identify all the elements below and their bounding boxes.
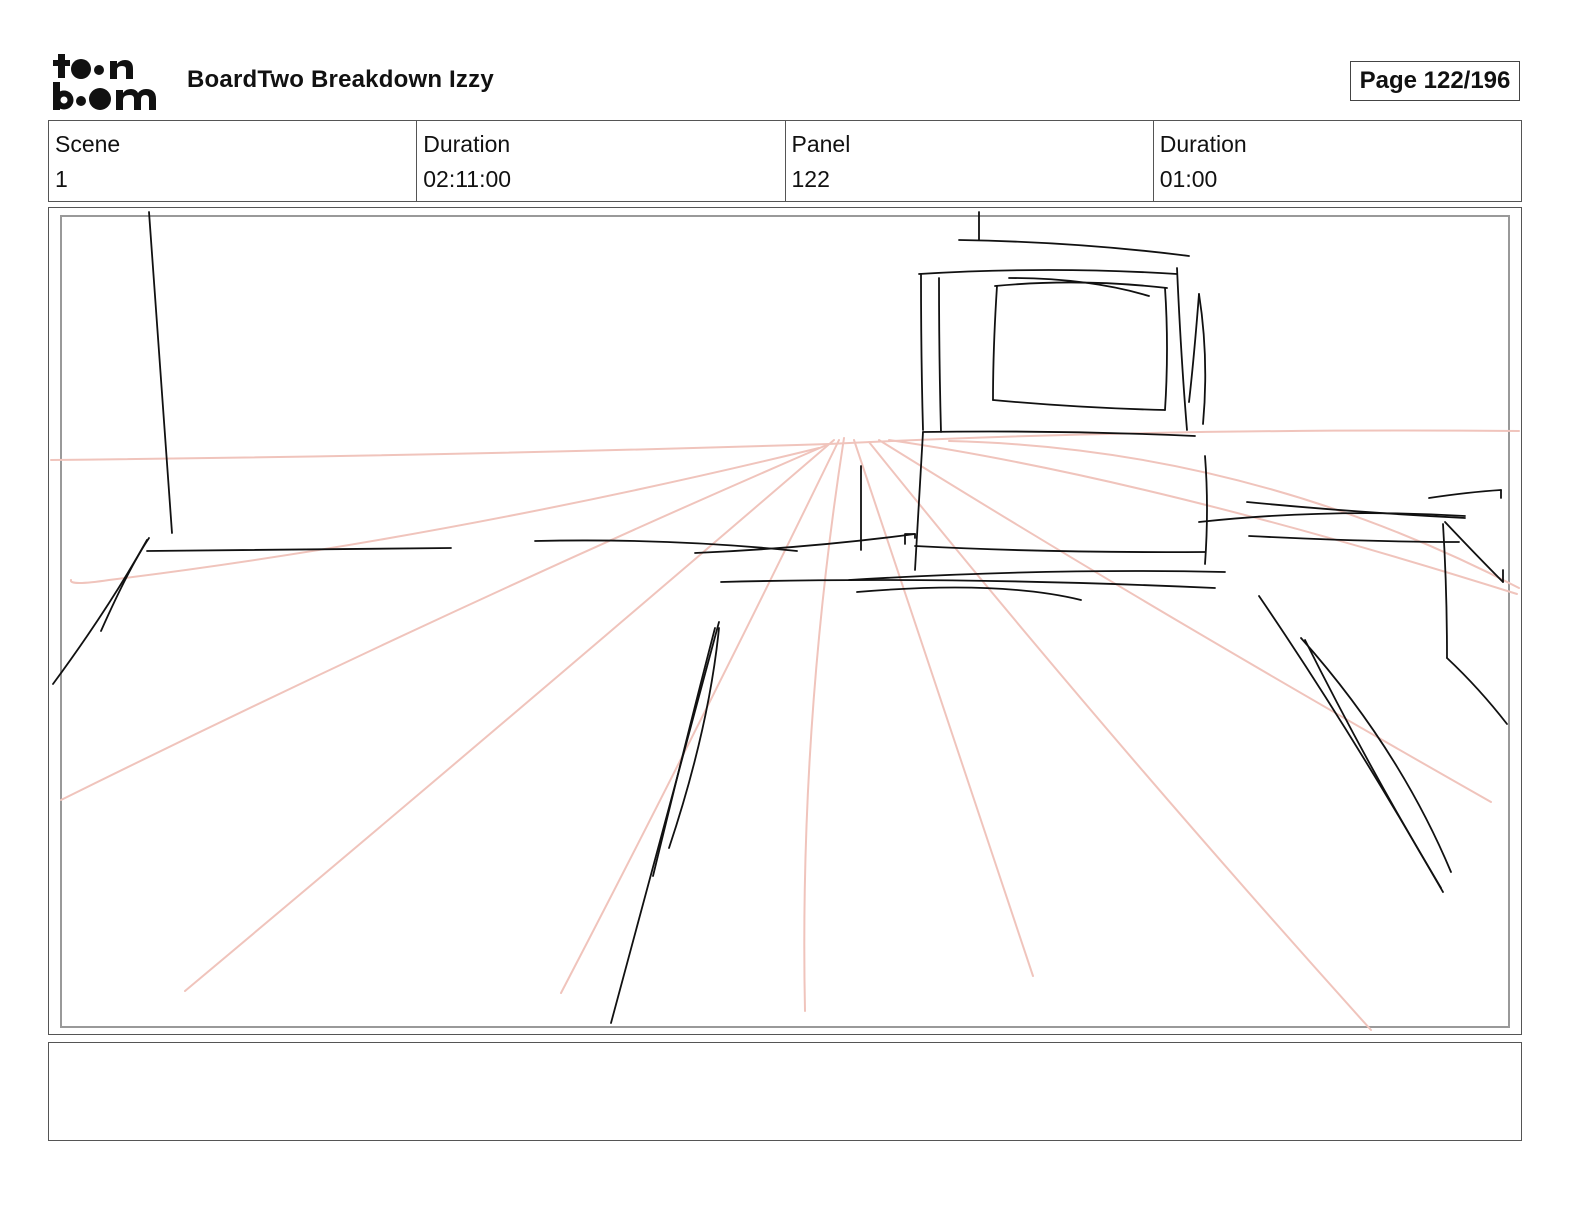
panel-duration-cell: Duration 01:00: [1154, 121, 1521, 201]
panel-label: Panel: [791, 131, 851, 157]
panel-duration-label: Duration: [1159, 131, 1247, 157]
scene-value: 1: [55, 166, 68, 192]
panel-cell: Panel 122: [786, 121, 1154, 201]
document-title: BoardTwo Breakdown Izzy: [187, 66, 494, 93]
scene-duration-cell: Duration 02:11:00: [417, 121, 786, 201]
scene-info-table: Scene 1 Duration 02:11:00 Panel 122 Dura…: [48, 120, 1522, 202]
storyboard-sketch: [50, 211, 1520, 1031]
scene-duration-label: Duration: [423, 131, 511, 157]
scene-duration-value: 02:11:00: [423, 166, 512, 192]
toon-boom-logo: [53, 54, 156, 110]
page-indicator: Page 122/196: [1350, 61, 1520, 101]
panel-notes-box: [48, 1042, 1522, 1141]
storyboard-panel-frame: [48, 207, 1522, 1035]
scene-cell: Scene 1: [49, 121, 418, 201]
panel-value: 122: [791, 166, 830, 192]
panel-duration-value: 01:00: [1159, 166, 1218, 192]
sketch-ink: [52, 211, 1508, 1024]
perspective-guides: [50, 429, 1520, 1031]
scene-label: Scene: [55, 131, 121, 157]
